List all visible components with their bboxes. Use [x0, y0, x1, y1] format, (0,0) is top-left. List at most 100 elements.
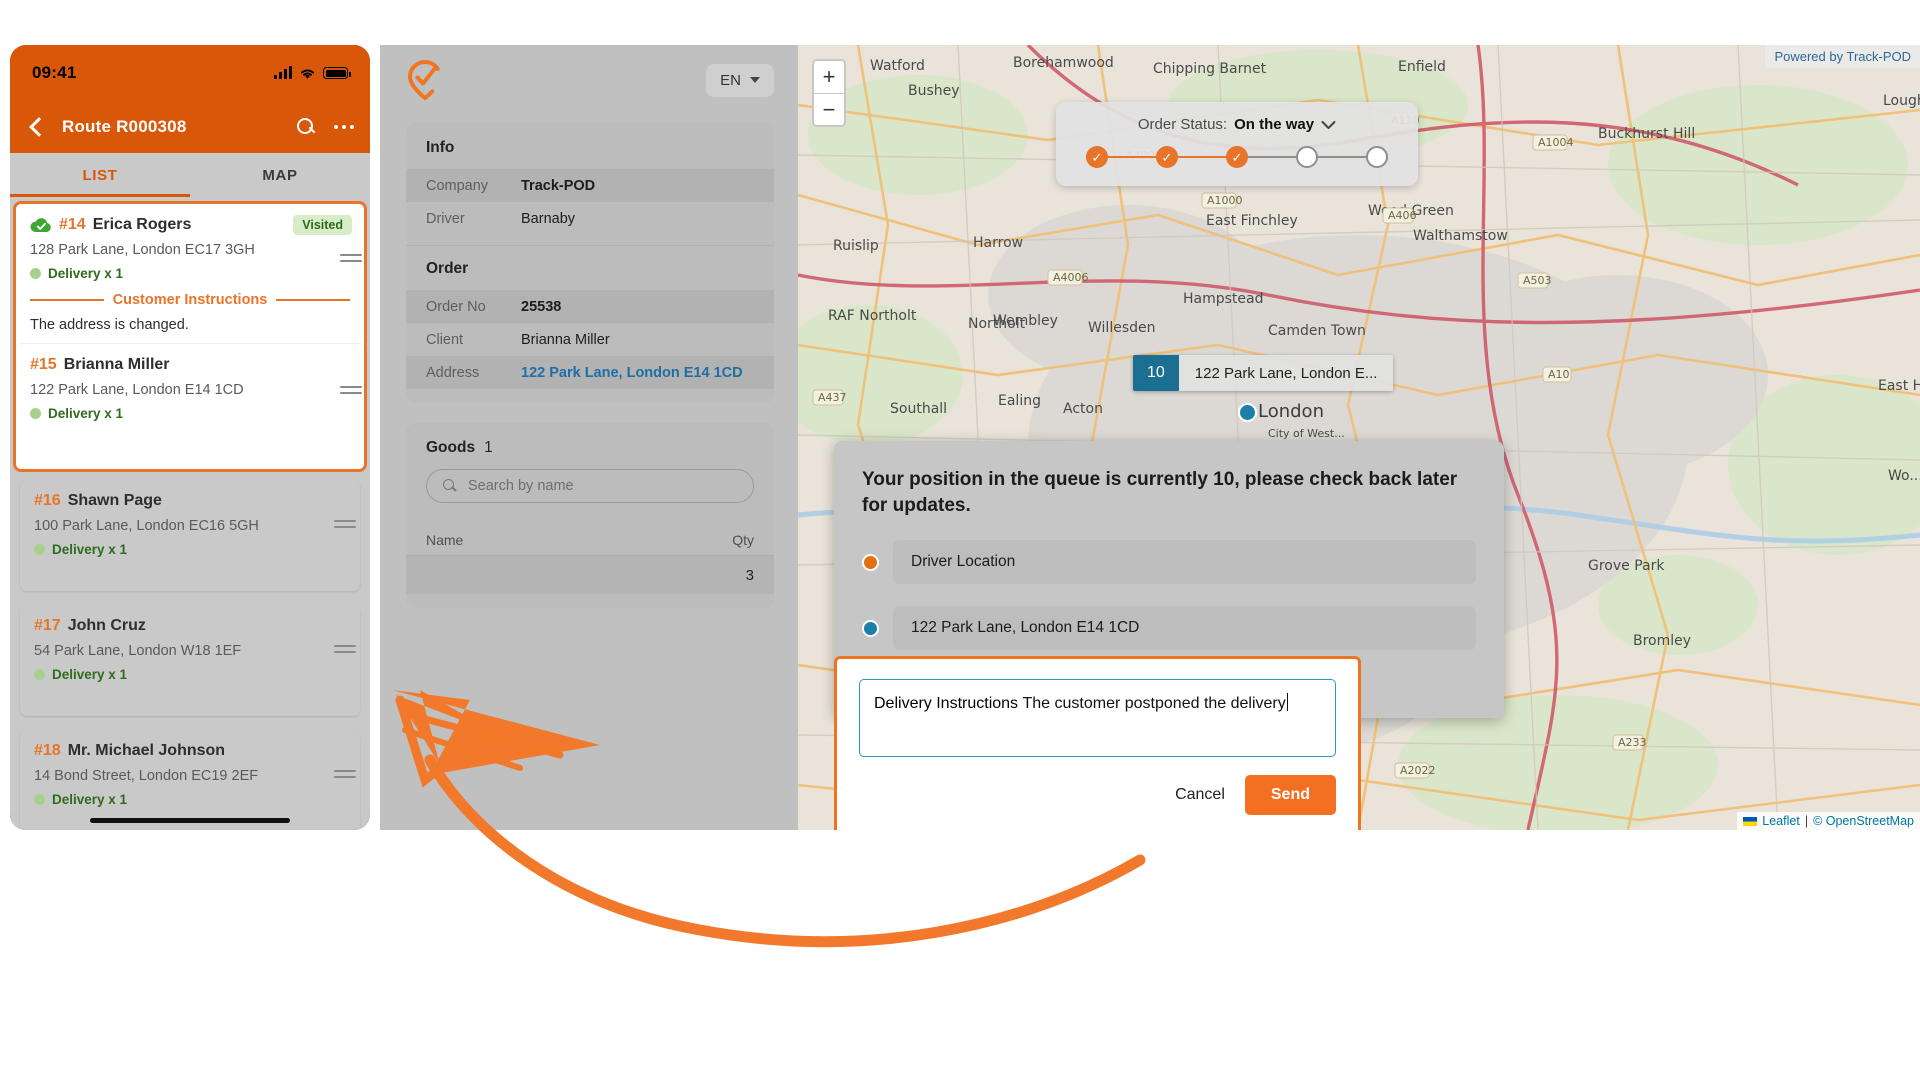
order-row-address[interactable]: Address 122 Park Lane, London E14 1CD: [406, 356, 774, 389]
row-value: Brianna Miller: [521, 331, 610, 348]
svg-text:A406: A406: [1388, 209, 1417, 222]
svg-text:A2022: A2022: [1400, 764, 1436, 777]
list-item[interactable]: #16 Shawn Page 100 Park Lane, London EC1…: [20, 480, 360, 591]
zoom-in-button[interactable]: +: [814, 61, 844, 93]
svg-text:East Finchley: East Finchley: [1206, 213, 1298, 229]
drag-handle-icon[interactable]: [340, 382, 362, 398]
stop-customer-name: Shawn Page: [67, 492, 162, 509]
cell-qty: 3: [745, 566, 754, 584]
chevron-down-icon: [750, 77, 760, 83]
list-item[interactable]: #17 John Cruz 54 Park Lane, London W18 1…: [20, 605, 360, 716]
drag-handle-icon[interactable]: [340, 250, 362, 266]
svg-text:Watford: Watford: [870, 58, 925, 74]
drag-handle-icon[interactable]: [334, 641, 356, 657]
phone-status-bar: 09:41: [10, 45, 370, 101]
language-selector[interactable]: EN: [706, 63, 774, 97]
stop-header: #18 Mr. Michael Johnson: [34, 742, 346, 760]
row-value: Track-POD: [521, 177, 596, 194]
customer-instructions-title: Customer Instructions: [112, 292, 268, 308]
selected-stops-group: Visited #14 Erica Rogers 128 Park Lane, …: [13, 201, 367, 472]
column-header-qty: Qty: [732, 532, 754, 548]
row-key: Address: [426, 364, 480, 381]
zoom-out-button[interactable]: −: [814, 93, 844, 125]
svg-text:RAF Northolt: RAF Northolt: [828, 308, 917, 324]
tab-map[interactable]: MAP: [190, 153, 370, 197]
map-zoom-controls[interactable]: + −: [812, 59, 846, 127]
table-row[interactable]: 3: [406, 556, 774, 594]
queue-item-driver-location[interactable]: Driver Location: [862, 540, 1476, 585]
openstreetmap-link[interactable]: © OpenStreetMap: [1813, 814, 1914, 828]
goods-search-box[interactable]: [426, 469, 754, 503]
address-link[interactable]: 122 Park Lane, London E14 1CD: [521, 365, 743, 381]
drag-handle-icon[interactable]: [334, 516, 356, 532]
svg-text:Borehamwood: Borehamwood: [1013, 55, 1114, 71]
order-section-title: Order: [426, 260, 469, 277]
map-marker-tooltip[interactable]: 10 122 Park Lane, London E...: [1133, 355, 1394, 391]
svg-text:Wo...: Wo...: [1888, 468, 1920, 484]
svg-text:A10: A10: [1548, 368, 1570, 381]
row-key: Company: [426, 177, 489, 194]
svg-text:Chipping Barnet: Chipping Barnet: [1153, 61, 1267, 77]
info-row-company: Company Track-POD: [406, 169, 774, 202]
divider-line-left: [30, 299, 104, 301]
goods-table: Name Qty 3: [406, 525, 774, 594]
driver-app-phone: 09:41 Route R000308 LIST MAP Visited #14…: [10, 45, 370, 830]
status-bar-icons: [274, 66, 351, 80]
stop-header: #16 Shawn Page: [34, 492, 346, 510]
chevron-down-icon[interactable]: [1321, 120, 1336, 130]
stop-delivery-type: Delivery x 1: [30, 254, 362, 281]
stop-number: #16: [34, 492, 61, 509]
map-attribution: Leaflet | © OpenStreetMap: [1737, 812, 1920, 830]
stop-number: #17: [34, 617, 61, 634]
order-status-header[interactable]: Order Status: On the way: [1086, 116, 1388, 133]
stop-delivery-type: Delivery x 1: [34, 645, 356, 682]
queue-item-destination[interactable]: 122 Park Lane, London E14 1CD: [862, 606, 1476, 651]
back-chevron-icon[interactable]: [26, 116, 48, 138]
svg-text:A437: A437: [818, 391, 847, 404]
section-divider: [406, 245, 774, 246]
status-step-3: [1226, 146, 1248, 168]
svg-text:Bromley: Bromley: [1633, 633, 1691, 649]
order-row-number: Order No 25538: [406, 290, 774, 323]
delivery-instructions-input[interactable]: The customer postponed the delivery: [1023, 695, 1286, 713]
goods-header: Goods 1: [406, 439, 774, 469]
stop-address: 100 Park Lane, London EC16 5GH: [34, 518, 259, 534]
language-label: EN: [720, 71, 741, 89]
marker-address: 122 Park Lane, London E...: [1178, 355, 1394, 391]
customer-instructions-text: The address is changed.: [30, 317, 189, 333]
tab-list[interactable]: LIST: [10, 153, 190, 197]
stop-list[interactable]: Visited #14 Erica Rogers 128 Park Lane, …: [10, 197, 370, 830]
search-icon[interactable]: [296, 117, 316, 137]
svg-text:Southall: Southall: [890, 401, 947, 417]
leaflet-link[interactable]: Leaflet: [1762, 814, 1800, 828]
delivery-instructions-legend: Delivery Instructions: [874, 695, 1019, 712]
stop-customer-name: Erica Rogers: [92, 216, 192, 233]
delivery-instructions-field[interactable]: Delivery Instructions The customer postp…: [859, 679, 1336, 757]
goods-title: Goods: [426, 439, 476, 456]
delivery-label: Delivery x 1: [52, 667, 128, 682]
tracking-map[interactable]: Watford Bushey Borehamwood Chipping Barnet…: [798, 45, 1920, 830]
send-button[interactable]: Send: [1244, 775, 1336, 815]
ukraine-flag-icon: [1743, 816, 1758, 826]
stop-delivery-type: Delivery x 1: [34, 520, 356, 557]
svg-text:Willesden: Willesden: [1088, 320, 1155, 336]
goods-count: 1: [484, 439, 493, 456]
text-cursor: [1286, 693, 1289, 711]
info-row-driver: Driver Barnaby: [406, 202, 774, 235]
cancel-button[interactable]: Cancel: [1175, 786, 1225, 804]
more-options-icon[interactable]: [330, 124, 354, 130]
info-section-title: Info: [426, 139, 455, 156]
search-input[interactable]: [468, 478, 737, 494]
driver-location-dot-icon: [862, 553, 879, 571]
list-item[interactable]: Visited #14 Erica Rogers 128 Park Lane, …: [16, 204, 364, 343]
svg-text:Acton: Acton: [1063, 401, 1103, 417]
delivery-status-dot-icon: [34, 544, 45, 555]
destination-marker-icon[interactable]: [1238, 403, 1257, 422]
list-item[interactable]: #15 Brianna Miller 122 Park Lane, London…: [16, 343, 364, 469]
list-item[interactable]: #18 Mr. Michael Johnson 14 Bond Street, …: [20, 730, 360, 830]
drag-handle-icon[interactable]: [334, 766, 356, 782]
svg-text:Harrow: Harrow: [973, 235, 1023, 251]
svg-text:City of West...: City of West...: [1268, 427, 1345, 440]
stop-address: 122 Park Lane, London E14 1CD: [30, 382, 244, 398]
phone-screen: 09:41 Route R000308 LIST MAP Visited #14…: [10, 45, 370, 830]
